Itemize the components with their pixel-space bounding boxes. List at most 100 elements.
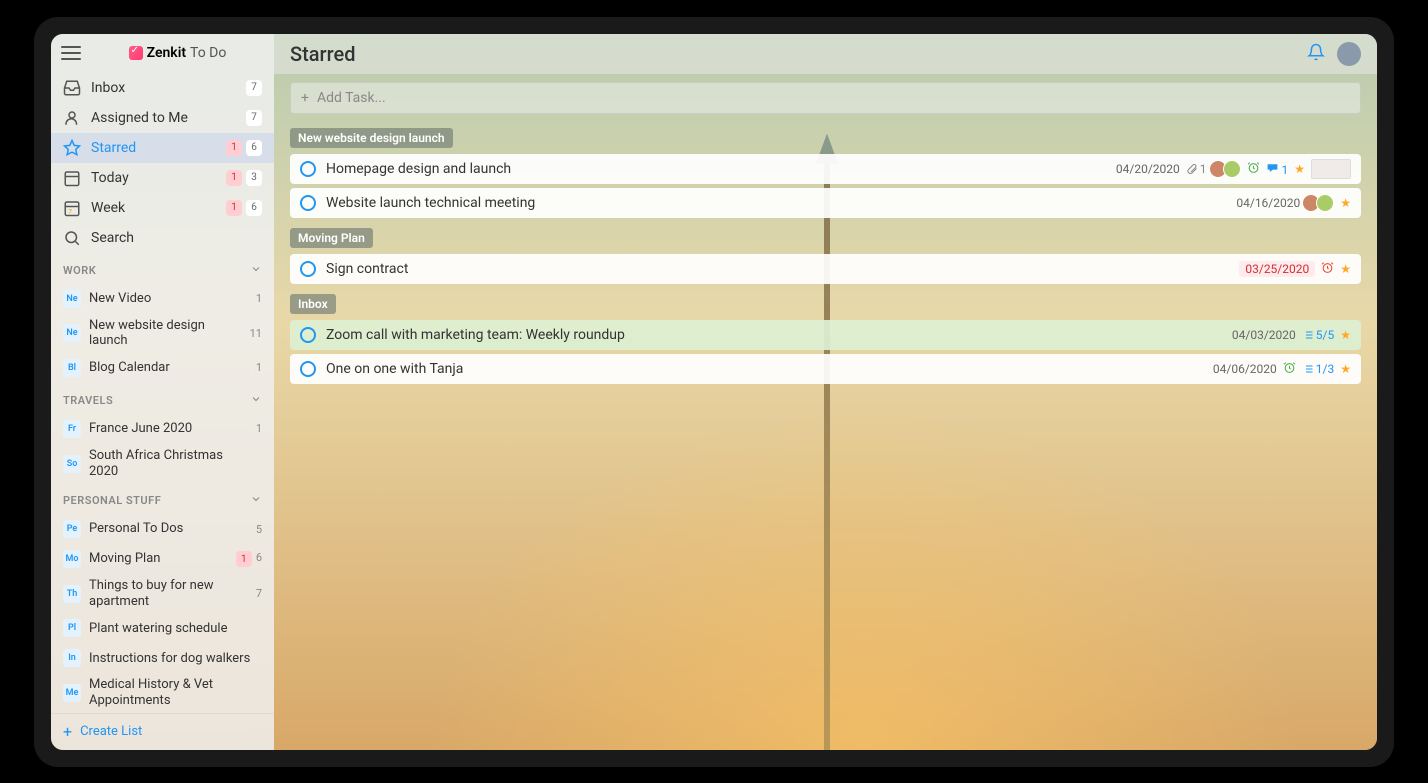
task-date: 04/16/2020	[1236, 196, 1300, 210]
task-title: Homepage design and launch	[326, 161, 1106, 177]
list-item[interactable]: Ne New website design launch 11	[51, 314, 274, 353]
attachment-icon: 1	[1186, 162, 1207, 176]
task-row[interactable]: Zoom call with marketing team: Weekly ro…	[290, 320, 1361, 350]
list-label: New Video	[89, 291, 248, 307]
list-label: New website design launch	[89, 318, 242, 349]
add-task-input[interactable]: + Add Task...	[290, 82, 1361, 114]
list-item[interactable]: Pe Personal To Dos 5	[51, 514, 274, 544]
section-header-personal stuff[interactable]: PERSONAL STUFF	[51, 483, 274, 514]
list-label: France June 2020	[89, 421, 248, 437]
list-item[interactable]: Fr France June 2020 1	[51, 414, 274, 444]
overdue-badge: 1	[226, 170, 242, 186]
section-header-travels[interactable]: TRAVELS	[51, 383, 274, 414]
week-icon: 7	[63, 199, 81, 217]
brand-suffix: To Do	[190, 45, 226, 61]
list-label: Blog Calendar	[89, 360, 248, 376]
nav-label: Starred	[91, 140, 216, 156]
count-badge: 6	[256, 551, 262, 567]
task-checkbox[interactable]	[300, 195, 316, 211]
count-badge: 11	[250, 327, 262, 340]
star-icon	[63, 139, 81, 157]
overdue-badge: 1	[226, 140, 242, 156]
task-row[interactable]: One on one with Tanja 04/06/20201/3★	[290, 354, 1361, 384]
chevron-down-icon	[250, 393, 262, 408]
group-label[interactable]: New website design launch	[290, 128, 453, 148]
nav-search[interactable]: Search	[51, 223, 274, 253]
task-date: 04/20/2020	[1116, 162, 1180, 176]
star-icon[interactable]: ★	[1340, 196, 1351, 210]
chevron-down-icon	[250, 493, 262, 508]
count-badge: 1	[256, 361, 262, 374]
list-item[interactable]: In Instructions for dog walkers	[51, 643, 274, 673]
star-icon[interactable]: ★	[1294, 162, 1305, 176]
calendar-icon	[63, 169, 81, 187]
nav-inbox[interactable]: Inbox 7	[51, 73, 274, 103]
list-chip-icon: Pe	[63, 520, 81, 538]
user-icon	[63, 109, 81, 127]
task-checkbox[interactable]	[300, 261, 316, 277]
main-area: Starred + Add Task... New website design…	[274, 34, 1377, 750]
user-avatar[interactable]	[1337, 42, 1361, 66]
count-badge: 7	[246, 80, 262, 96]
list-chip-icon: Mo	[63, 550, 81, 568]
task-row[interactable]: Homepage design and launch 04/20/2020 1 1…	[290, 154, 1361, 184]
menu-icon[interactable]	[61, 46, 81, 60]
create-list-button[interactable]: + Create List	[51, 713, 274, 750]
task-row[interactable]: Website launch technical meeting 04/16/2…	[290, 188, 1361, 218]
task-checkbox[interactable]	[300, 161, 316, 177]
nav-week[interactable]: 7 Week 16	[51, 193, 274, 223]
subtask-icon: 5/5	[1302, 328, 1334, 342]
group-label[interactable]: Inbox	[290, 294, 336, 314]
nav-label: Inbox	[91, 80, 236, 96]
list-item[interactable]: Ne New Video 1	[51, 284, 274, 314]
task-title: One on one with Tanja	[326, 361, 1203, 377]
list-chip-icon: Bl	[63, 359, 81, 377]
plus-icon: +	[63, 724, 72, 740]
nav-label: Week	[91, 200, 216, 216]
count-badge: 1	[256, 292, 262, 305]
list-label: South Africa Christmas 2020	[89, 448, 254, 479]
star-icon[interactable]: ★	[1340, 328, 1351, 342]
list-chip-icon: Ne	[63, 290, 81, 308]
task-title: Zoom call with marketing team: Weekly ro…	[326, 327, 1222, 343]
list-item[interactable]: Th Things to buy for new apartment 7	[51, 574, 274, 613]
count-badge: 5	[256, 523, 262, 536]
nav-starred[interactable]: Starred 16	[51, 133, 274, 163]
create-list-label: Create List	[80, 724, 142, 739]
notification-bell-icon[interactable]	[1307, 43, 1325, 65]
main-header: Starred	[274, 34, 1377, 74]
inbox-icon	[63, 79, 81, 97]
nav-today[interactable]: Today 13	[51, 163, 274, 193]
list-label: Instructions for dog walkers	[89, 651, 254, 667]
task-row[interactable]: Sign contract 03/25/2020★	[290, 254, 1361, 284]
list-item[interactable]: Pl Plant watering schedule	[51, 613, 274, 643]
plus-icon: +	[301, 90, 309, 106]
count-badge: 6	[246, 200, 262, 216]
brand-logo-icon	[129, 46, 143, 60]
search-icon	[63, 229, 81, 247]
brand-name: Zenkit	[147, 45, 186, 61]
group-label[interactable]: Moving Plan	[290, 228, 373, 248]
list-label: Personal To Dos	[89, 521, 248, 537]
task-checkbox[interactable]	[300, 327, 316, 343]
nav-assigned-to-me[interactable]: Assigned to Me 7	[51, 103, 274, 133]
comment-icon: 1	[1266, 161, 1289, 177]
list-item[interactable]: Bl Blog Calendar 1	[51, 353, 274, 383]
overdue-badge: 1	[226, 200, 242, 216]
list-chip-icon: Pl	[63, 619, 81, 637]
assignee-avatars	[1306, 194, 1334, 212]
task-checkbox[interactable]	[300, 361, 316, 377]
list-label: Medical History & Vet Appointments	[89, 677, 254, 708]
list-item[interactable]: Mo Moving Plan 16	[51, 544, 274, 574]
list-item[interactable]: Me Medical History & Vet Appointments	[51, 673, 274, 712]
count-badge: 7	[246, 110, 262, 126]
section-header-work[interactable]: WORK	[51, 253, 274, 284]
count-badge: 1	[256, 422, 262, 435]
star-icon[interactable]: ★	[1340, 362, 1351, 376]
star-icon[interactable]: ★	[1340, 262, 1351, 276]
list-item[interactable]: So South Africa Christmas 2020	[51, 444, 274, 483]
chevron-down-icon	[250, 263, 262, 278]
overdue-badge: 1	[236, 551, 252, 567]
section-title: WORK	[63, 264, 96, 277]
brand: Zenkit To Do	[129, 45, 227, 61]
